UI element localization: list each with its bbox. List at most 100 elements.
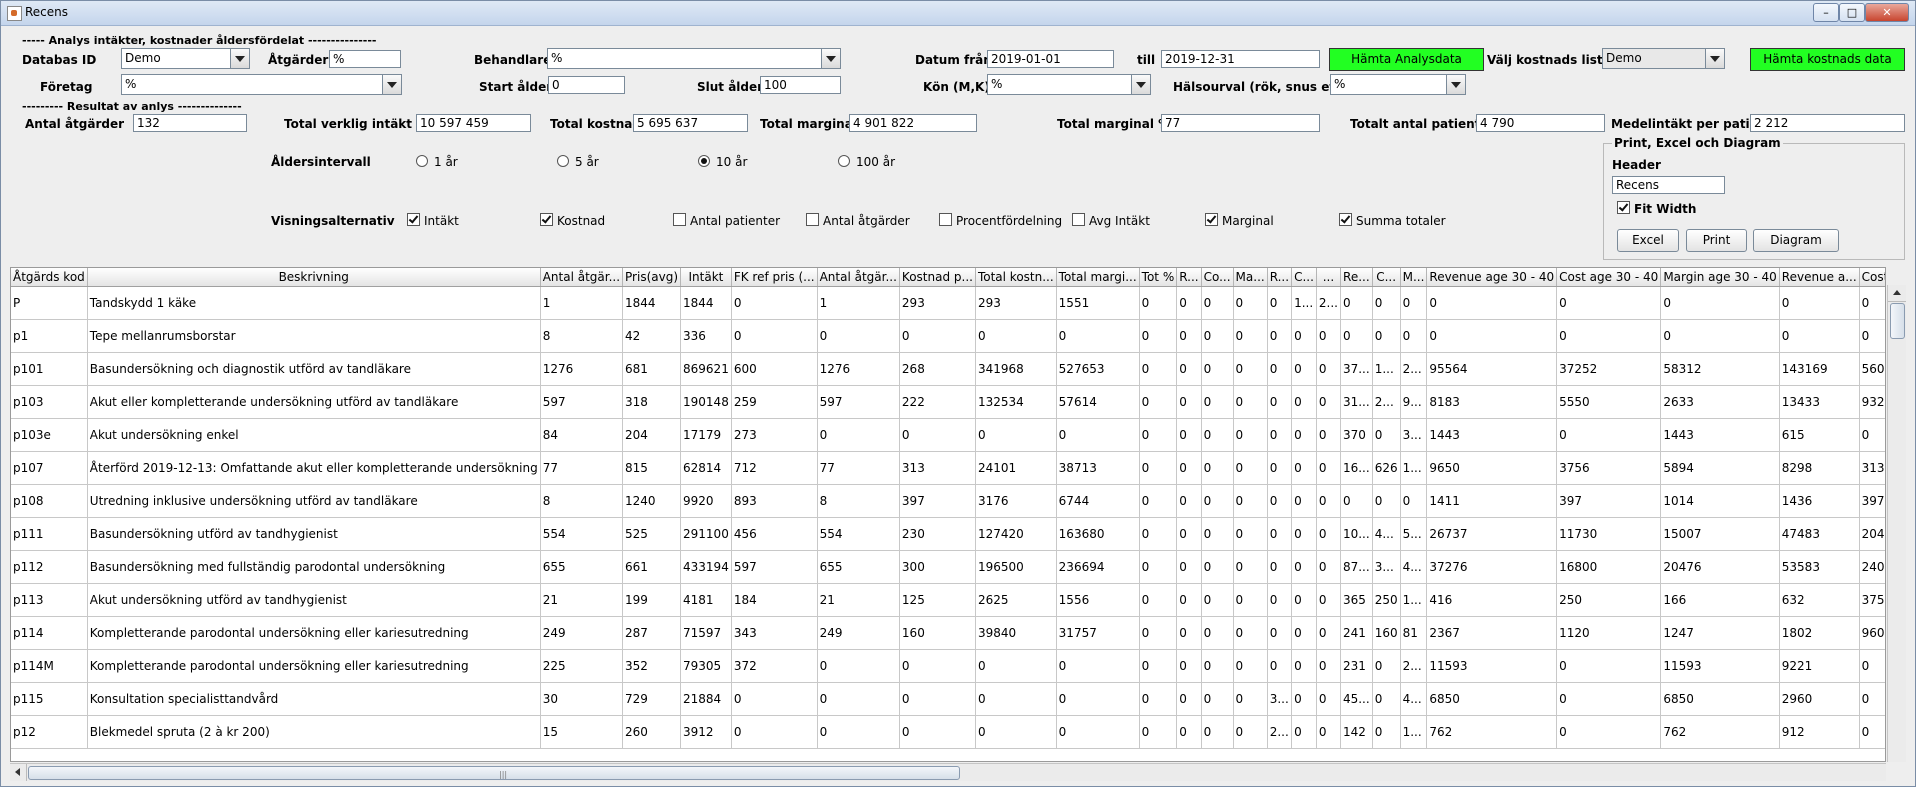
column-header[interactable]: R... bbox=[1267, 268, 1293, 287]
table-cell[interactable]: 2... bbox=[1400, 352, 1428, 386]
table-row[interactable]: p112 Basundersökning med fullständig paro… bbox=[11, 550, 1885, 584]
table-cell[interactable]: 6850 bbox=[1426, 682, 1558, 716]
start-alder-input[interactable]: 0 bbox=[548, 76, 625, 94]
diagram-button[interactable]: Diagram bbox=[1753, 229, 1839, 252]
table-cell[interactable]: 0 bbox=[817, 715, 900, 749]
table-cell[interactable]: 0 bbox=[1340, 484, 1373, 518]
table-cell[interactable]: 0 bbox=[1267, 616, 1293, 650]
table-cell[interactable]: 0 bbox=[1372, 484, 1401, 518]
table-cell[interactable]: 42 bbox=[622, 319, 682, 353]
atgarder-input[interactable]: % bbox=[329, 50, 401, 68]
table-cell[interactable]: 0 bbox=[1233, 451, 1268, 485]
table-cell[interactable]: 597 bbox=[540, 385, 624, 419]
column-header[interactable]: Beskrivning bbox=[87, 268, 541, 287]
table-cell[interactable]: 0 bbox=[1233, 484, 1268, 518]
table-cell[interactable]: 527653 bbox=[1056, 352, 1140, 386]
table-cell[interactable]: 11730 bbox=[1556, 517, 1662, 551]
table-cell[interactable]: Akut eller kompletterande undersökning u… bbox=[87, 385, 541, 419]
foretag-combo[interactable]: % bbox=[121, 74, 402, 95]
column-header[interactable]: Total kostn... bbox=[975, 268, 1057, 287]
table-cell[interactable]: 456 bbox=[731, 517, 818, 551]
table-cell[interactable]: 8183 bbox=[1426, 385, 1558, 419]
medel-value[interactable]: 2 212 bbox=[1750, 114, 1905, 132]
column-header[interactable]: Åtgärds kod bbox=[11, 268, 88, 287]
vertical-scrollbar[interactable] bbox=[1887, 285, 1906, 762]
table-cell[interactable]: 1... bbox=[1400, 451, 1428, 485]
table-cell[interactable]: 0 bbox=[1176, 385, 1202, 419]
table-cell[interactable]: 554 bbox=[817, 517, 900, 551]
table-cell[interactable]: 0 bbox=[1139, 616, 1178, 650]
table-cell[interactable]: 0 bbox=[731, 682, 818, 716]
table-cell[interactable]: p115 bbox=[11, 682, 88, 716]
table-cell[interactable]: 4181 bbox=[680, 583, 732, 617]
table-cell[interactable]: 236694 bbox=[1056, 550, 1140, 584]
radio-1-ar[interactable]: 1 år bbox=[416, 154, 458, 170]
table-cell[interactable]: Kompletterande parodontal undersökning e… bbox=[87, 649, 541, 683]
table-cell[interactable]: 0 bbox=[1201, 550, 1234, 584]
radio-5-ar[interactable]: 5 år bbox=[557, 154, 599, 170]
table-cell[interactable]: 0 bbox=[1176, 550, 1202, 584]
table-cell[interactable]: 199 bbox=[622, 583, 682, 617]
table-cell[interactable]: 250 bbox=[1556, 583, 1662, 617]
table-cell[interactable]: 0 bbox=[1139, 385, 1178, 419]
table-cell[interactable]: 729 bbox=[622, 682, 682, 716]
total-kostnad-value[interactable]: 5 695 637 bbox=[633, 114, 748, 132]
table-cell[interactable]: 0 bbox=[1139, 352, 1178, 386]
table-cell[interactable]: 160 bbox=[899, 616, 976, 650]
halsourval-combo[interactable]: % bbox=[1330, 74, 1466, 95]
table-cell[interactable]: 626 bbox=[1372, 451, 1401, 485]
table-cell[interactable]: 0 bbox=[1316, 517, 1341, 551]
chevron-down-icon[interactable] bbox=[230, 49, 249, 68]
table-cell[interactable]: 0 bbox=[731, 319, 818, 353]
table-cell[interactable]: 0 bbox=[1139, 583, 1178, 617]
table-cell[interactable]: 0 bbox=[1201, 616, 1234, 650]
column-header[interactable]: C... bbox=[1291, 268, 1317, 287]
close-button[interactable]: ✕ bbox=[1865, 3, 1909, 22]
radio-100-ar[interactable]: 100 år bbox=[838, 154, 895, 170]
table-cell[interactable]: 1276 bbox=[817, 352, 900, 386]
table-cell[interactable]: 0 bbox=[1201, 682, 1234, 716]
table-cell[interactable]: 1844 bbox=[680, 286, 732, 320]
table-cell[interactable]: 0 bbox=[1201, 418, 1234, 452]
table-cell[interactable]: 0 bbox=[1139, 418, 1178, 452]
table-cell[interactable]: Tandskydd 1 käke bbox=[87, 286, 541, 320]
table-cell[interactable]: 9324 bbox=[1859, 385, 1885, 419]
table-cell[interactable]: 0 bbox=[1056, 682, 1140, 716]
table-cell[interactable]: 0 bbox=[1660, 286, 1780, 320]
table-cell[interactable]: 6744 bbox=[1056, 484, 1140, 518]
table-cell[interactable]: 0 bbox=[1267, 649, 1293, 683]
table-cell[interactable]: p1 bbox=[11, 319, 88, 353]
table-cell[interactable]: Kompletterande parodontal undersökning e… bbox=[87, 616, 541, 650]
table-cell[interactable]: 0 bbox=[1400, 484, 1428, 518]
chevron-down-icon[interactable] bbox=[1131, 75, 1150, 94]
table-cell[interactable]: 0 bbox=[1372, 715, 1401, 749]
table-cell[interactable]: 0 bbox=[1859, 319, 1885, 353]
table-cell[interactable]: p108 bbox=[11, 484, 88, 518]
column-header[interactable]: Re... bbox=[1340, 268, 1373, 287]
table-cell[interactable]: 127420 bbox=[975, 517, 1057, 551]
table-cell[interactable]: 0 bbox=[1291, 385, 1317, 419]
horizontal-scroll-thumb[interactable]: ||| bbox=[28, 766, 960, 780]
table-cell[interactable]: 0 bbox=[1426, 286, 1558, 320]
chevron-down-icon[interactable] bbox=[821, 49, 840, 68]
column-header[interactable]: Margin age 30 - 40 bbox=[1660, 268, 1780, 287]
table-cell[interactable]: 597 bbox=[817, 385, 900, 419]
table-cell[interactable]: 24000 bbox=[1859, 550, 1885, 584]
table-cell[interactable]: 0 bbox=[1233, 319, 1268, 353]
table-cell[interactable]: 5... bbox=[1400, 517, 1428, 551]
table-cell[interactable]: 1240 bbox=[622, 484, 682, 518]
table-cell[interactable]: 53583 bbox=[1779, 550, 1860, 584]
table-cell[interactable]: 273 bbox=[731, 418, 818, 452]
column-header[interactable]: FK ref pris (... bbox=[731, 268, 818, 287]
table-cell[interactable]: 0 bbox=[1316, 352, 1341, 386]
table-cell[interactable]: 2... bbox=[1316, 286, 1341, 320]
table-cell[interactable]: 375 bbox=[1859, 583, 1885, 617]
table-cell[interactable]: 57614 bbox=[1056, 385, 1140, 419]
table-cell[interactable]: p101 bbox=[11, 352, 88, 386]
table-cell[interactable]: 160 bbox=[1372, 616, 1401, 650]
table-cell[interactable]: 1551 bbox=[1056, 286, 1140, 320]
table-cell[interactable]: 341968 bbox=[975, 352, 1057, 386]
table-cell[interactable]: 0 bbox=[1176, 352, 1202, 386]
table-cell[interactable]: Tepe mellanrumsborstar bbox=[87, 319, 541, 353]
table-cell[interactable]: 37252 bbox=[1556, 352, 1662, 386]
